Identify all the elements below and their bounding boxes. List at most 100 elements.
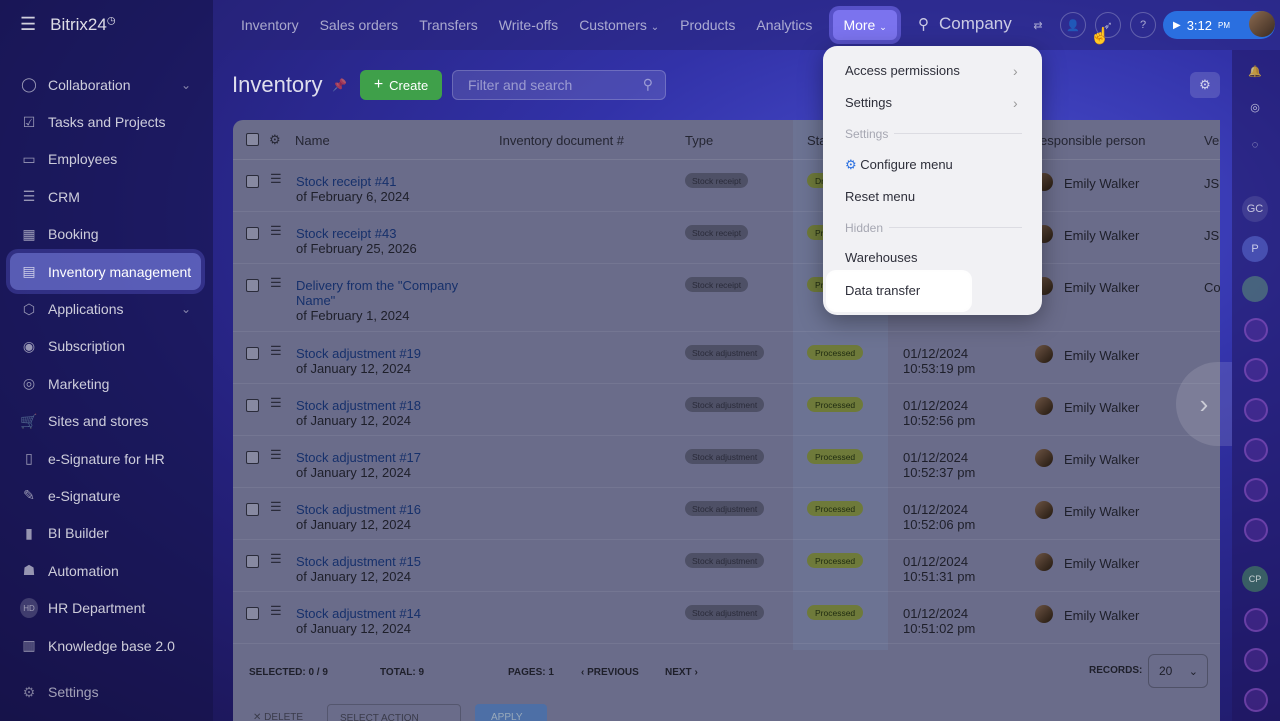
chat-icon[interactable]: ◌ <box>1242 132 1268 158</box>
tab-analytics[interactable]: Analytics <box>756 17 812 33</box>
menu-icon[interactable]: ☰ <box>20 14 36 35</box>
sidebar-item-e-signature[interactable]: ✎ e-Signature <box>0 477 213 514</box>
tab-inventory[interactable]: Inventory <box>241 17 299 33</box>
responsible-person[interactable]: Emily Walker <box>1064 280 1139 295</box>
contact-circle[interactable] <box>1244 438 1268 462</box>
table-row[interactable]: ☰ Stock adjustment #17 of January 12, 2024… <box>233 436 1220 488</box>
avatar[interactable] <box>1035 501 1053 519</box>
row-checkbox[interactable] <box>246 279 259 292</box>
row-checkbox[interactable] <box>246 503 259 516</box>
records-select[interactable]: 20 ⌄ <box>1148 654 1208 688</box>
avatar[interactable] <box>1035 553 1053 571</box>
col-name[interactable]: Name <box>295 133 330 148</box>
document-link[interactable]: Stock adjustment #19 <box>296 346 421 361</box>
row-checkbox[interactable] <box>246 555 259 568</box>
contact-circle[interactable] <box>1244 398 1268 422</box>
table-row[interactable]: ☰ Stock receipt #43 of February 25, 2026 St… <box>233 212 1220 264</box>
grid-settings-gear-icon[interactable]: ⚙ <box>1190 72 1220 98</box>
menu-item-settings[interactable]: Settings › <box>845 95 1018 111</box>
responsible-person[interactable]: Emily Walker <box>1064 556 1139 571</box>
contact-circle[interactable] <box>1244 478 1268 502</box>
sidebar-item-crm[interactable]: ☰ CRM <box>0 178 213 215</box>
responsible-person[interactable]: Emily Walker <box>1064 608 1139 623</box>
delete-button[interactable]: ✕ DELETE <box>253 712 303 721</box>
menu-item-access-permissions[interactable]: Access permissions › <box>845 63 1018 79</box>
col-responsible[interactable]: esponsible person <box>1040 133 1146 148</box>
worktime-button[interactable]: ▶ 3:12 PM <box>1163 11 1275 39</box>
contact-circle[interactable] <box>1244 518 1268 542</box>
row-checkbox[interactable] <box>246 175 259 188</box>
sidebar-item-collaboration[interactable]: ◯ Collaboration ⌄ <box>0 66 213 103</box>
table-row[interactable]: ☰ Stock receipt #41 of February 6, 2024 Sto… <box>233 160 1220 212</box>
avatar[interactable] <box>1035 605 1053 623</box>
responsible-person[interactable]: Emily Walker <box>1064 348 1139 363</box>
contact-badge-cp[interactable]: CP <box>1242 566 1268 592</box>
next-button[interactable]: NEXT › <box>665 667 698 678</box>
document-link[interactable]: Stock receipt #41 <box>296 174 396 189</box>
drag-handle-icon[interactable]: ☰ <box>270 343 282 359</box>
tab-products[interactable]: Products <box>680 17 735 33</box>
contact-badge-image[interactable] <box>1242 276 1268 302</box>
row-checkbox[interactable] <box>246 227 259 240</box>
tab-write-offs[interactable]: Write-offs <box>499 17 558 33</box>
sidebar-item-automation[interactable]: ☗ Automation <box>0 552 213 589</box>
menu-item-reset-menu[interactable]: Reset menu <box>845 189 915 204</box>
document-link[interactable]: Delivery from the "Company Name" <box>296 278 458 308</box>
sidebar-item-bi-builder[interactable]: ▮ BI Builder <box>0 515 213 552</box>
responsible-person[interactable]: Emily Walker <box>1064 452 1139 467</box>
table-row[interactable]: ☰ Stock adjustment #14 of January 12, 2024… <box>233 592 1220 644</box>
sidebar-item-marketing[interactable]: ◎ Marketing <box>0 365 213 402</box>
gear-icon[interactable]: ⚙ <box>269 132 281 148</box>
drag-handle-icon[interactable]: ☰ <box>270 223 282 239</box>
chevron-down-icon[interactable]: ⌄ <box>181 302 191 316</box>
responsible-person[interactable]: Emily Walker <box>1064 400 1139 415</box>
drag-handle-icon[interactable]: ☰ <box>270 447 282 463</box>
contact-circle[interactable] <box>1244 648 1268 672</box>
sidebar-item-hr-department[interactable]: HD HR Department <box>0 589 213 626</box>
drag-handle-icon[interactable]: ☰ <box>270 499 282 515</box>
drag-handle-icon[interactable]: ☰ <box>270 395 282 411</box>
document-link[interactable]: Stock receipt #43 <box>296 226 396 241</box>
responsible-person[interactable]: Emily Walker <box>1064 176 1139 191</box>
select-all-checkbox[interactable] <box>246 133 259 146</box>
sidebar-item-booking[interactable]: ▦ Booking <box>0 216 213 253</box>
help-icon[interactable]: ? <box>1130 12 1156 38</box>
previous-button[interactable]: ‹ PREVIOUS <box>581 667 639 678</box>
contact-circle[interactable] <box>1244 318 1268 342</box>
menu-item-data-transfer[interactable]: Data transfer <box>828 272 970 310</box>
menu-item-warehouses[interactable]: Warehouses <box>845 250 918 265</box>
table-row[interactable]: ☰ Stock adjustment #15 of January 12, 2024… <box>233 540 1220 592</box>
pin-icon[interactable]: 📌 <box>332 78 347 92</box>
sidebar-item-tasks-and-projects[interactable]: ☑ Tasks and Projects <box>0 103 213 140</box>
document-link[interactable]: Stock adjustment #15 <box>296 554 421 569</box>
logo[interactable]: Bitrix24◷ <box>50 15 115 35</box>
sidebar-item-knowledge-base-2-0[interactable]: ▥ Knowledge base 2.0 <box>0 627 213 664</box>
document-link[interactable]: Stock adjustment #14 <box>296 606 421 621</box>
contact-circle[interactable] <box>1244 608 1268 632</box>
tab-transfers[interactable]: Transfers <box>419 17 478 33</box>
sidebar-item-settings[interactable]: ⚙ Settings <box>20 683 99 701</box>
apply-button[interactable]: APPLY <box>475 704 547 721</box>
tab-sales-orders[interactable]: Sales orders <box>320 17 399 33</box>
user-icon[interactable]: 👤 <box>1060 12 1086 38</box>
sidebar-item-e-signature-for-hr[interactable]: ▯ e-Signature for HR <box>0 440 213 477</box>
bell-icon[interactable]: 🔔 <box>1242 58 1268 84</box>
tab-customers[interactable]: Customers ⌄ <box>579 17 659 33</box>
document-link[interactable]: Stock adjustment #16 <box>296 502 421 517</box>
create-button[interactable]: + Create <box>360 70 442 100</box>
chevron-down-icon[interactable]: ⌄ <box>181 78 191 92</box>
avatar[interactable] <box>1035 449 1053 467</box>
row-checkbox[interactable] <box>246 347 259 360</box>
sidebar-item-subscription[interactable]: ◉ Subscription <box>0 328 213 365</box>
contact-badge-p[interactable]: P <box>1242 236 1268 262</box>
drag-handle-icon[interactable]: ☰ <box>270 551 282 567</box>
table-row[interactable]: ☰ Stock adjustment #18 of January 12, 2024… <box>233 384 1220 436</box>
company-search[interactable]: ⚲ Company <box>918 14 1012 34</box>
menu-item-configure-menu[interactable]: ⚙ Configure menu <box>845 157 953 173</box>
target-icon[interactable]: ◎ <box>1242 94 1268 120</box>
more-button[interactable]: More ⌄ <box>833 10 897 40</box>
document-link[interactable]: Stock adjustment #18 <box>296 398 421 413</box>
avatar[interactable] <box>1249 11 1275 37</box>
contact-badge-gc[interactable]: GC <box>1242 196 1268 222</box>
row-checkbox[interactable] <box>246 607 259 620</box>
